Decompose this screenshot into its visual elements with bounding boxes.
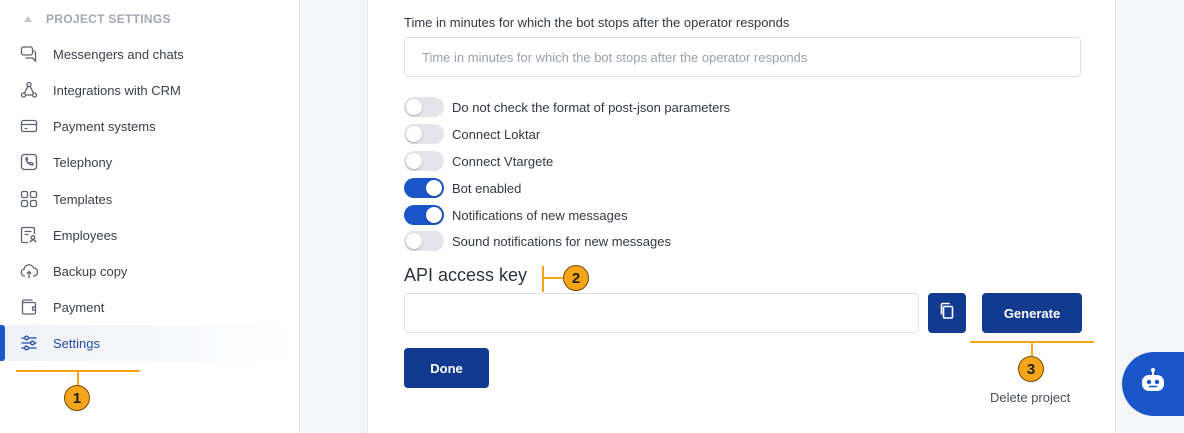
sliders-icon <box>20 334 38 352</box>
sidebar-item-messengers[interactable]: Messengers and chats <box>0 36 290 72</box>
credit-card-icon <box>20 117 38 135</box>
wallet-icon <box>20 298 38 316</box>
callout-2-badge: 2 <box>563 265 589 291</box>
project-settings-header[interactable]: PROJECT SETTINGS <box>20 12 171 26</box>
toggle-row-post-json[interactable]: Do not check the format of post-json par… <box>404 96 730 118</box>
toggle-row-sound[interactable]: Sound notifications for new messages <box>404 230 671 252</box>
sidebar-item-label: Telephony <box>53 154 113 170</box>
sidebar-item-employees[interactable]: Employees <box>0 217 290 253</box>
callout-2-bracket <box>542 266 544 292</box>
bot-stop-time-placeholder: Time in minutes for which the bot stops … <box>422 49 808 65</box>
sound-notifications-toggle[interactable] <box>404 231 444 251</box>
toggle-knob <box>406 99 422 115</box>
toggle-label: Connect Vtargete <box>452 153 554 169</box>
sidebar-item-label: Payment systems <box>53 118 156 134</box>
copy-api-key-button[interactable] <box>928 293 966 333</box>
toggle-row-notifications[interactable]: Notifications of new messages <box>404 204 628 226</box>
bot-stop-time-label: Time in minutes for which the bot stops … <box>404 15 790 30</box>
sidebar-item-label: Settings <box>53 335 100 351</box>
toggle-knob <box>426 207 442 223</box>
sidebar-item-label: Integrations with CRM <box>53 82 181 98</box>
toggle-row-loktar[interactable]: Connect Loktar <box>404 123 540 145</box>
toggle-row-vtargete[interactable]: Connect Vtargete <box>404 150 553 172</box>
api-access-key-title: API access key <box>404 265 528 285</box>
phone-icon <box>20 153 38 171</box>
callout-3-connector <box>1031 341 1033 357</box>
toggle-label: Bot enabled <box>452 180 522 196</box>
sidebar-item-templates[interactable]: Templates <box>0 181 290 217</box>
sidebar-item-settings[interactable]: Settings <box>0 325 290 361</box>
bot-stop-time-input[interactable]: Time in minutes for which the bot stops … <box>404 37 1081 77</box>
chat-bot-widget-button[interactable] <box>1122 352 1184 416</box>
connect-loktar-toggle[interactable] <box>404 124 444 144</box>
api-key-input[interactable] <box>404 293 919 333</box>
callout-1-badge: 1 <box>64 385 90 411</box>
toggle-knob <box>406 126 422 142</box>
sidebar-item-label: Templates <box>53 191 113 207</box>
generate-button[interactable]: Generate <box>982 293 1082 333</box>
toggle-label: Do not check the format of post-json par… <box>452 99 731 115</box>
chat-bubbles-icon <box>20 45 38 63</box>
cloud-upload-icon <box>20 262 38 280</box>
sidebar-item-telephony[interactable]: Telephony <box>0 144 290 180</box>
grid-templates-icon <box>20 190 38 208</box>
toggle-label: Notifications of new messages <box>452 207 628 223</box>
sidebar-item-integrations[interactable]: Integrations with CRM <box>0 72 290 108</box>
sidebar-item-label: Employees <box>53 227 118 243</box>
connect-vtargete-toggle[interactable] <box>404 151 444 171</box>
toggle-label: Connect Loktar <box>452 126 541 142</box>
sidebar-item-payment-systems[interactable]: Payment systems <box>0 108 290 144</box>
delete-project-link[interactable]: Delete project <box>990 390 1070 405</box>
settings-panel: Time in minutes for which the bot stops … <box>367 0 1116 433</box>
toggle-label: Sound notifications for new messages <box>452 233 671 249</box>
integration-nodes-icon <box>20 81 38 99</box>
toggle-row-bot-enabled[interactable]: Bot enabled <box>404 177 521 199</box>
toggle-knob <box>406 233 422 249</box>
bot-enabled-toggle[interactable] <box>404 178 444 198</box>
copy-icon <box>939 302 955 325</box>
done-button[interactable]: Done <box>404 348 489 388</box>
callout-2-line <box>542 277 564 279</box>
employee-card-icon <box>20 226 38 244</box>
robot-icon <box>1138 367 1168 402</box>
project-settings-title: PROJECT SETTINGS <box>46 12 171 26</box>
sidebar-item-label: Payment <box>53 299 105 315</box>
sidebar-item-backup-copy[interactable]: Backup copy <box>0 253 290 289</box>
new-message-notifications-toggle[interactable] <box>404 205 444 225</box>
toggle-knob <box>406 153 422 169</box>
sidebar-item-label: Messengers and chats <box>53 46 184 62</box>
sidebar-item-label: Backup copy <box>53 263 128 279</box>
callout-3-badge: 3 <box>1018 356 1044 382</box>
sidebar: PROJECT SETTINGS Messengers and chats In… <box>0 0 300 433</box>
sidebar-item-payment[interactable]: Payment <box>0 289 290 325</box>
caret-up-icon <box>24 16 32 22</box>
post-json-check-toggle[interactable] <box>404 97 444 117</box>
callout-1-connector <box>77 370 79 386</box>
toggle-knob <box>426 180 442 196</box>
